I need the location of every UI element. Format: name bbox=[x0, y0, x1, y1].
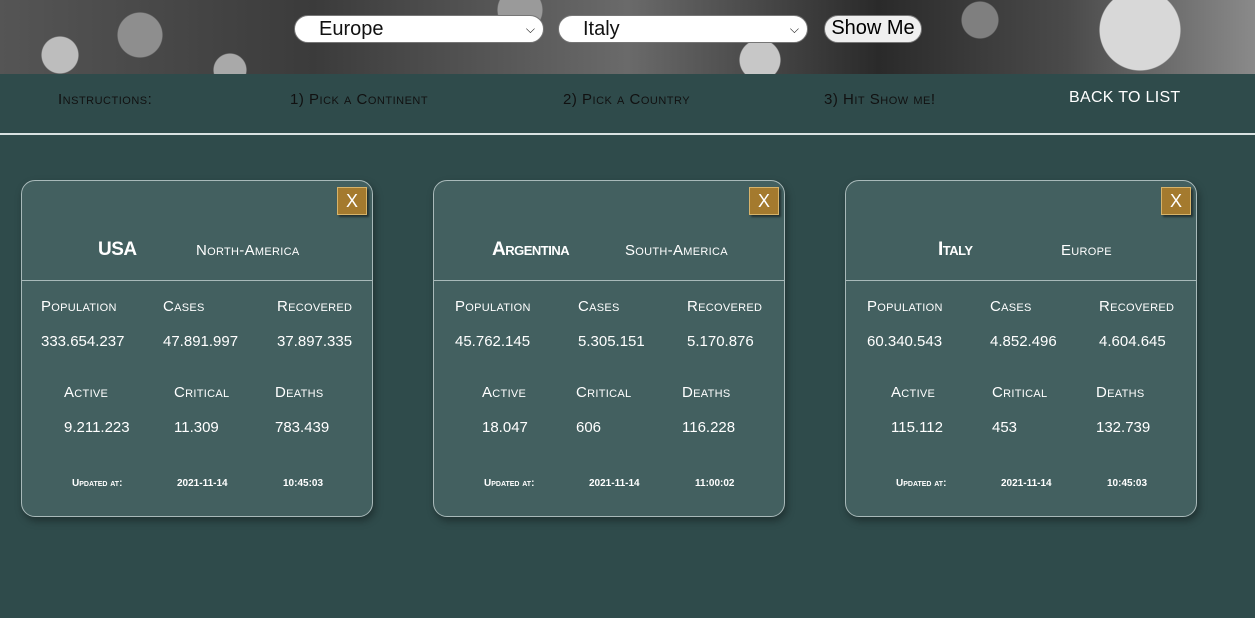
active-label: Active bbox=[891, 384, 936, 401]
deaths-label: Deaths bbox=[682, 384, 731, 401]
show-me-button[interactable]: Show Me bbox=[824, 15, 922, 43]
updated-time: 10:45:03 bbox=[1107, 478, 1148, 489]
cases-value: 47.891.997 bbox=[163, 333, 239, 350]
recovered-value: 4.604.645 bbox=[1099, 333, 1166, 350]
active-label: Active bbox=[482, 384, 527, 401]
close-card-button[interactable]: X bbox=[749, 187, 779, 215]
population-label: Population bbox=[867, 298, 943, 315]
country-select[interactable]: Italy ⌵ bbox=[558, 15, 808, 43]
deaths-value: 783.439 bbox=[275, 419, 330, 436]
cases-label: Cases bbox=[990, 298, 1032, 315]
instructions-bar: Instructions: 1) Pick a Continent 2) Pic… bbox=[0, 74, 1255, 135]
country-card-italy: Italy Europe X Population Cases Recovere… bbox=[845, 180, 1197, 517]
instructions-label: Instructions: bbox=[58, 91, 153, 108]
recovered-value: 5.170.876 bbox=[687, 333, 754, 350]
card-continent-name: South-America bbox=[625, 242, 728, 259]
updated-label: Updated at: bbox=[484, 478, 535, 489]
deaths-label: Deaths bbox=[275, 384, 324, 401]
deaths-value: 132.739 bbox=[1096, 419, 1151, 436]
updated-label: Updated at: bbox=[72, 478, 123, 489]
chevron-down-icon: ⌵ bbox=[525, 22, 535, 36]
card-country-name: Argentina bbox=[492, 239, 570, 260]
active-value: 18.047 bbox=[482, 419, 528, 436]
country-select-value: Italy bbox=[583, 18, 620, 40]
recovered-label: Recovered bbox=[687, 298, 763, 315]
card-continent-name: North-America bbox=[196, 242, 300, 259]
cases-label: Cases bbox=[578, 298, 620, 315]
updated-label: Updated at: bbox=[896, 478, 947, 489]
card-header: Italy Europe bbox=[846, 181, 1196, 281]
back-to-list-link[interactable]: BACK TO LIST bbox=[1069, 89, 1181, 107]
recovered-label: Recovered bbox=[1099, 298, 1175, 315]
critical-label: Critical bbox=[992, 384, 1048, 401]
updated-time: 10:45:03 bbox=[283, 478, 324, 489]
deaths-label: Deaths bbox=[1096, 384, 1145, 401]
critical-label: Critical bbox=[576, 384, 632, 401]
recovered-label: Recovered bbox=[277, 298, 353, 315]
active-value: 115.112 bbox=[891, 419, 943, 436]
instruction-step-2: 2) Pick a Country bbox=[563, 91, 691, 108]
chevron-down-icon: ⌵ bbox=[789, 22, 799, 36]
active-label: Active bbox=[64, 384, 109, 401]
country-card-usa: USA North-America X Population Cases Rec… bbox=[21, 180, 373, 517]
continent-select-value: Europe bbox=[319, 18, 384, 40]
card-country-name: Italy bbox=[938, 239, 973, 260]
population-label: Population bbox=[455, 298, 531, 315]
population-value: 333.654.237 bbox=[41, 333, 125, 350]
card-header: Argentina South-America bbox=[434, 181, 784, 281]
updated-time: 11:00:02 bbox=[695, 478, 735, 489]
critical-value: 11.309 bbox=[174, 419, 219, 436]
instruction-step-3: 3) Hit Show me! bbox=[824, 91, 936, 108]
critical-value: 606 bbox=[576, 419, 602, 436]
instruction-step-1: 1) Pick a Continent bbox=[290, 91, 429, 108]
updated-date: 2021-11-14 bbox=[589, 478, 640, 489]
close-card-button[interactable]: X bbox=[1161, 187, 1191, 215]
cases-label: Cases bbox=[163, 298, 205, 315]
card-continent-name: Europe bbox=[1061, 242, 1112, 259]
updated-date: 2021-11-14 bbox=[1001, 478, 1052, 489]
updated-date: 2021-11-14 bbox=[177, 478, 228, 489]
card-country-name: USA bbox=[98, 239, 137, 260]
population-value: 45.762.145 bbox=[455, 333, 531, 350]
critical-label: Critical bbox=[174, 384, 230, 401]
continent-select[interactable]: Europe ⌵ bbox=[294, 15, 544, 43]
population-value: 60.340.543 bbox=[867, 333, 943, 350]
close-card-button[interactable]: X bbox=[337, 187, 367, 215]
cases-value: 4.852.496 bbox=[990, 333, 1057, 350]
deaths-value: 116.228 bbox=[682, 419, 736, 436]
cases-value: 5.305.151 bbox=[578, 333, 645, 350]
country-card-argentina: Argentina South-America X Population Cas… bbox=[433, 180, 785, 517]
recovered-value: 37.897.335 bbox=[277, 333, 353, 350]
card-header: USA North-America bbox=[22, 181, 372, 281]
active-value: 9.211.223 bbox=[64, 419, 130, 436]
population-label: Population bbox=[41, 298, 117, 315]
critical-value: 453 bbox=[992, 419, 1018, 436]
